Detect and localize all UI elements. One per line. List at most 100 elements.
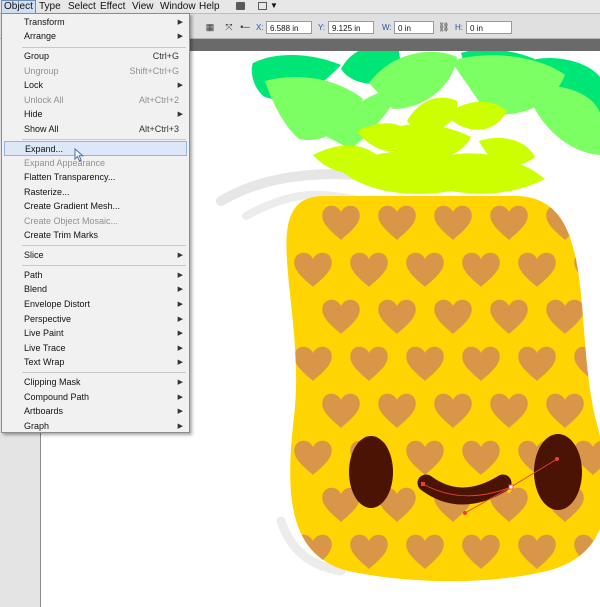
menu-item-envelope-distort[interactable]: Envelope Distort ▶ — [2, 297, 189, 312]
menu-separator — [22, 265, 186, 266]
menu-separator — [22, 245, 186, 246]
menu-item-label: Create Trim Marks — [24, 230, 99, 240]
menu-item-label: Expand Appearance — [24, 158, 106, 168]
menu-item-show-all[interactable]: Show All Alt+Ctrl+3 — [2, 122, 189, 137]
menu-select[interactable]: Select — [66, 0, 98, 13]
pineapple-body[interactable] — [286, 196, 600, 582]
menu-item-text-wrap[interactable]: Text Wrap ▶ — [2, 355, 189, 370]
menu-item-label: Ungroup — [24, 66, 59, 76]
arrange-documents-icon[interactable] — [258, 2, 267, 10]
menu-item-label: Rasterize... — [24, 187, 70, 197]
menu-item-label: Live Trace — [24, 343, 66, 353]
chevron-right-icon: ▶ — [177, 33, 183, 40]
constrain-link-icon[interactable]: ⛓ — [438, 22, 449, 32]
menu-item-shortcut: Alt+Ctrl+3 — [138, 124, 179, 134]
reference-point-icon[interactable]: •─ — [238, 22, 252, 32]
menu-item-expand[interactable]: Expand... — [4, 141, 187, 156]
menu-item-label: Flatten Transparency... — [24, 172, 116, 182]
chevron-right-icon: ▶ — [177, 272, 183, 279]
menu-item-label: Group — [24, 51, 50, 61]
chevron-right-icon: ▶ — [177, 379, 183, 386]
chevron-right-icon: ▶ — [177, 19, 183, 26]
y-position-field[interactable]: 9.125 in — [328, 21, 374, 34]
menu-item-label: Graph — [24, 421, 50, 431]
menu-item-label: Arrange — [24, 31, 57, 41]
menu-item-label: Slice — [24, 250, 44, 260]
menu-item-ungroup[interactable]: Ungroup Shift+Ctrl+G — [2, 64, 189, 79]
w-label: W: — [382, 23, 392, 32]
transform-icon[interactable]: ⤧ — [224, 22, 234, 32]
menu-item-create-object-mosaic[interactable]: Create Object Mosaic... — [2, 214, 189, 229]
menu-item-label: Perspective — [24, 314, 72, 324]
height-field[interactable]: 0 in — [466, 21, 512, 34]
left-eye[interactable] — [349, 436, 393, 508]
menu-item-label: Show All — [24, 124, 59, 134]
menu-item-artboards[interactable]: Artboards ▶ — [2, 404, 189, 419]
menu-item-rasterize[interactable]: Rasterize... — [2, 185, 189, 200]
right-eye[interactable] — [534, 434, 582, 510]
menu-window[interactable]: Window — [158, 0, 198, 13]
menu-item-arrange[interactable]: Arrange ▶ — [2, 29, 189, 44]
chevron-right-icon: ▶ — [177, 345, 183, 352]
menu-item-group[interactable]: Group Ctrl+G — [2, 49, 189, 64]
mouse-cursor-icon — [74, 148, 85, 162]
menu-item-clipping-mask[interactable]: Clipping Mask ▶ — [2, 375, 189, 390]
chevron-right-icon: ▶ — [177, 316, 183, 323]
chevron-right-icon: ▶ — [177, 286, 183, 293]
menu-item-label: Compound Path — [24, 392, 90, 402]
menu-item-perspective[interactable]: Perspective ▶ — [2, 312, 189, 327]
menu-item-label: Lock — [24, 80, 44, 90]
menu-item-label: Hide — [24, 109, 43, 119]
menu-item-compound-path[interactable]: Compound Path ▶ — [2, 390, 189, 405]
menu-item-graph[interactable]: Graph ▶ — [2, 419, 189, 434]
bridge-icon[interactable] — [236, 2, 245, 10]
menu-item-live-paint[interactable]: Live Paint ▶ — [2, 326, 189, 341]
menu-view[interactable]: View — [130, 0, 156, 13]
x-position-field[interactable]: 6.588 in — [266, 21, 312, 34]
menu-item-hide[interactable]: Hide ▶ — [2, 107, 189, 122]
menu-item-create-gradient-mesh[interactable]: Create Gradient Mesh... — [2, 199, 189, 214]
menu-item-path[interactable]: Path ▶ — [2, 268, 189, 283]
menu-item-label: Transform — [24, 17, 65, 27]
chevron-right-icon: ▶ — [177, 252, 183, 259]
menu-item-label: Unlock All — [24, 95, 64, 105]
align-grid-icon[interactable]: ▦ — [205, 22, 215, 32]
chevron-right-icon: ▶ — [177, 111, 183, 118]
menu-item-label: Clipping Mask — [24, 377, 81, 387]
y-label: Y: — [318, 23, 326, 32]
menu-item-label: Artboards — [24, 406, 64, 416]
chevron-right-icon: ▶ — [177, 301, 183, 308]
document-tab-strip — [190, 39, 600, 51]
width-field[interactable]: 0 in — [394, 21, 434, 34]
menu-effect[interactable]: Effect — [98, 0, 127, 13]
menu-item-transform[interactable]: Transform ▶ — [2, 15, 189, 30]
menu-item-create-trim-marks[interactable]: Create Trim Marks — [2, 228, 189, 243]
menu-item-label: Envelope Distort — [24, 299, 91, 309]
menu-item-label: Expand... — [25, 144, 64, 154]
menu-item-lock[interactable]: Lock ▶ — [2, 78, 189, 93]
menu-item-label: Blend — [24, 284, 48, 294]
chevron-right-icon: ▶ — [177, 359, 183, 366]
menu-help[interactable]: Help — [197, 0, 222, 13]
menu-item-shortcut: Alt+Ctrl+2 — [138, 95, 179, 105]
chevron-right-icon: ▶ — [177, 423, 183, 430]
menu-item-blend[interactable]: Blend ▶ — [2, 282, 189, 297]
h-label: H: — [455, 23, 463, 32]
menu-item-shortcut: Ctrl+G — [152, 51, 179, 61]
menu-item-flatten-transparency[interactable]: Flatten Transparency... — [2, 170, 189, 185]
menu-item-expand-appearance[interactable]: Expand Appearance — [2, 156, 189, 171]
menu-separator — [22, 47, 186, 48]
object-menu-dropdown: Transform ▶ Arrange ▶ Group Ctrl+G Ungroup S… — [1, 13, 190, 433]
menu-item-slice[interactable]: Slice ▶ — [2, 248, 189, 263]
menu-item-label: Create Object Mosaic... — [24, 216, 119, 226]
chevron-right-icon: ▶ — [177, 82, 183, 89]
menu-type[interactable]: Type — [37, 0, 63, 13]
menu-item-unlock-all[interactable]: Unlock All Alt+Ctrl+2 — [2, 93, 189, 108]
menu-item-label: Text Wrap — [24, 357, 65, 367]
chevron-right-icon: ▶ — [177, 394, 183, 401]
menu-item-live-trace[interactable]: Live Trace ▶ — [2, 341, 189, 356]
menu-item-label: Create Gradient Mesh... — [24, 201, 121, 211]
x-label: X: — [256, 23, 264, 32]
menu-separator — [22, 372, 186, 373]
chevron-down-icon[interactable]: ▼ — [270, 0, 278, 12]
